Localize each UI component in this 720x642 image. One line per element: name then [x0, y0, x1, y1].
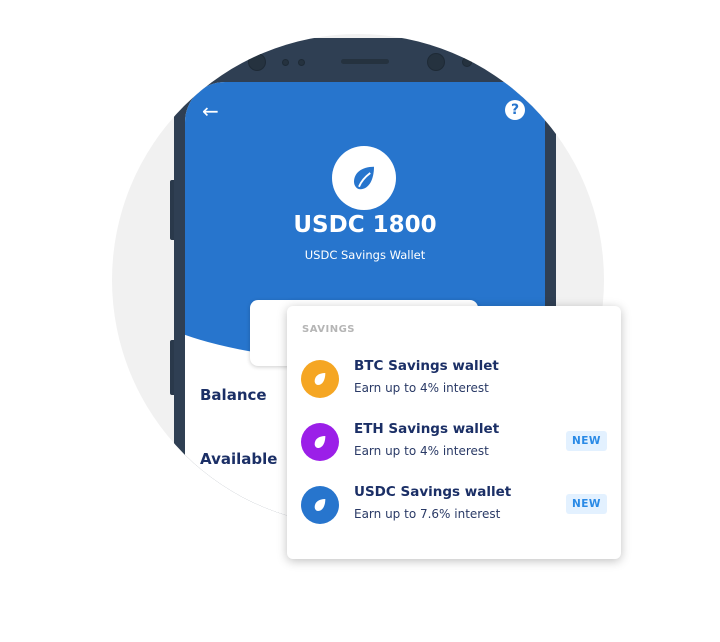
item-title: ETH Savings wallet: [354, 421, 500, 437]
help-button[interactable]: ?: [505, 100, 525, 120]
savings-menu: SAVINGS BTC Savings wallet Earn up to 4%…: [287, 306, 621, 559]
camera: [248, 53, 266, 71]
item-subtitle: Earn up to 7.6% interest: [354, 507, 501, 521]
item-title: USDC Savings wallet: [354, 484, 512, 500]
sensor: [227, 58, 235, 66]
sensor: [462, 57, 472, 67]
new-badge: NEW: [565, 494, 607, 514]
available-label: Available: [200, 450, 278, 468]
savings-item-btc[interactable]: BTC Savings wallet Earn up to 4% interes…: [301, 358, 607, 410]
leaf-icon: [301, 423, 339, 461]
savings-item-eth[interactable]: ETH Savings wallet Earn up to 4% interes…: [301, 421, 607, 473]
wallet-amount: USDC 1800: [293, 212, 437, 238]
sensor: [282, 59, 289, 66]
item-title: BTC Savings wallet: [354, 358, 499, 374]
item-subtitle: Earn up to 4% interest: [354, 381, 489, 395]
leaf-icon: [301, 486, 339, 524]
savings-item-usdc[interactable]: USDC Savings wallet Earn up to 7.6% inte…: [301, 484, 607, 536]
sensor: [298, 59, 305, 66]
savings-heading: SAVINGS: [302, 324, 356, 335]
new-badge: NEW: [565, 431, 607, 451]
back-button[interactable]: ←: [202, 99, 219, 123]
speaker: [341, 59, 389, 64]
leaf-icon: [301, 360, 339, 398]
balance-label: Balance: [200, 386, 267, 404]
camera: [427, 53, 445, 71]
item-subtitle: Earn up to 4% interest: [354, 444, 489, 458]
wallet-subtitle: USDC Savings Wallet: [304, 248, 426, 262]
leaf-icon: [332, 146, 396, 210]
